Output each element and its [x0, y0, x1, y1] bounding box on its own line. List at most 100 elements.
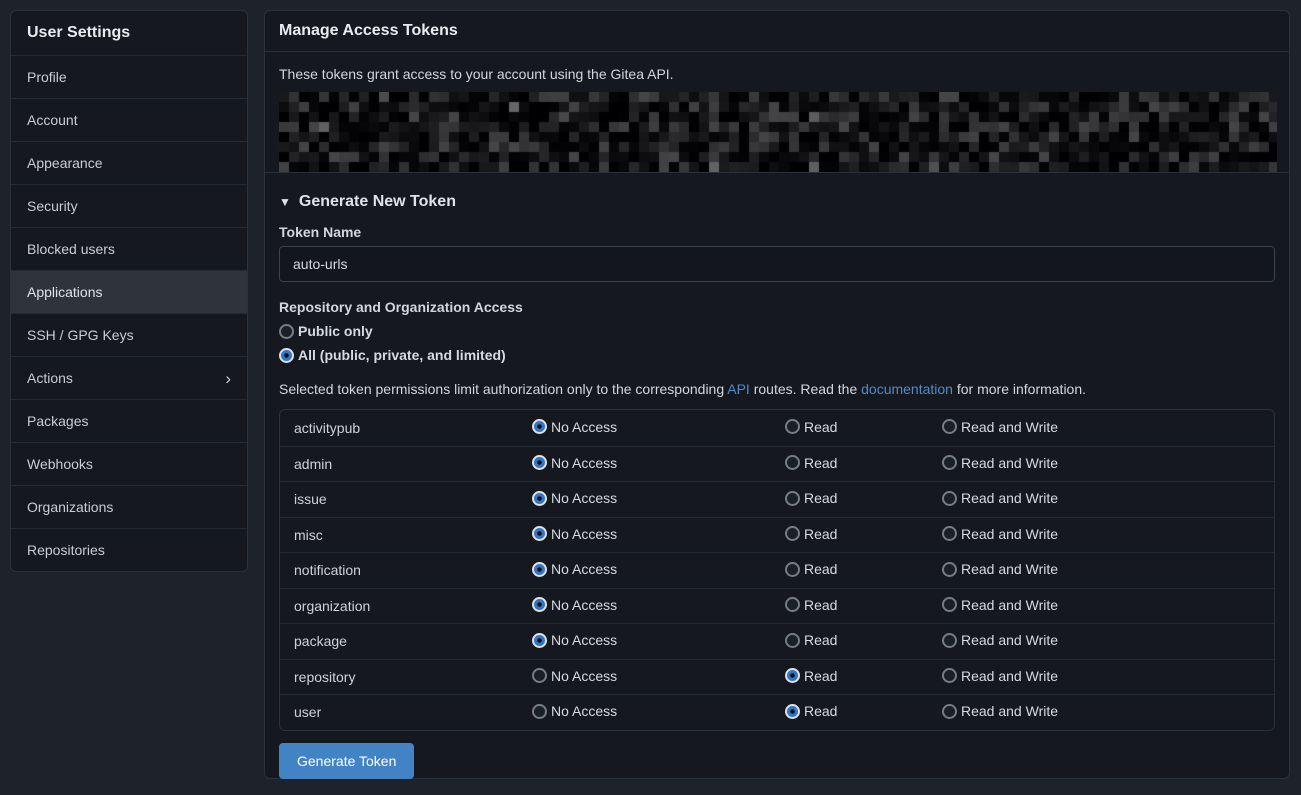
scope-option-cell: Read and Write — [942, 703, 1274, 722]
scope-option-cell: Read — [785, 632, 942, 651]
sidebar-item-ssh-gpg-keys[interactable]: SSH / GPG Keys — [11, 313, 247, 356]
scope-radio-label: No Access — [551, 561, 617, 577]
scope-option-cell: Read — [785, 526, 942, 545]
scope-radio-activitypub-read[interactable]: Read — [785, 419, 837, 435]
access-option-label: All (public, private, and limited) — [298, 347, 506, 363]
documentation-link[interactable]: documentation — [861, 381, 953, 397]
permissions-note-text: routes. Read the — [750, 381, 861, 397]
generate-new-token-toggle[interactable]: ▼ Generate New Token — [279, 193, 1275, 211]
scope-radio-issue-no-access[interactable]: No Access — [532, 490, 617, 506]
scope-radio-notification-no-access[interactable]: No Access — [532, 561, 617, 577]
sidebar-item-blocked-users[interactable]: Blocked users — [11, 227, 247, 270]
scope-option-cell: Read and Write — [942, 490, 1274, 509]
access-option-all[interactable]: All (public, private, and limited) — [279, 347, 506, 363]
radio-icon — [532, 633, 547, 648]
scope-name: repository — [280, 669, 532, 685]
scope-row-package: package No Access Read Read and Write — [280, 623, 1274, 659]
scope-radio-organization-read-and-write[interactable]: Read and Write — [942, 597, 1058, 613]
scope-option-cell: No Access — [532, 561, 785, 580]
api-link[interactable]: API — [727, 381, 750, 397]
scope-radio-label: Read — [804, 490, 837, 506]
scope-radio-label: Read — [804, 526, 837, 542]
scope-radio-admin-read[interactable]: Read — [785, 455, 837, 471]
scope-radio-issue-read[interactable]: Read — [785, 490, 837, 506]
redacted-token-area — [279, 92, 1277, 172]
scope-option-cell: Read — [785, 490, 942, 509]
radio-icon — [942, 562, 957, 577]
sidebar-item-applications[interactable]: Applications — [11, 270, 247, 313]
scope-radio-activitypub-read-and-write[interactable]: Read and Write — [942, 419, 1058, 435]
sidebar-item-label: Security — [27, 198, 78, 214]
scope-radio-label: Read — [804, 419, 837, 435]
scope-name: admin — [280, 456, 532, 472]
sidebar-item-repositories[interactable]: Repositories — [11, 528, 247, 571]
access-option-public-only[interactable]: Public only — [279, 323, 373, 339]
access-option-row: Public only — [279, 323, 1275, 339]
sidebar-item-webhooks[interactable]: Webhooks — [11, 442, 247, 485]
sidebar-item-security[interactable]: Security — [11, 184, 247, 227]
scope-radio-repository-read[interactable]: Read — [785, 668, 837, 684]
scope-radio-label: Read and Write — [961, 490, 1058, 506]
scope-name: notification — [280, 562, 532, 578]
scope-radio-user-read-and-write[interactable]: Read and Write — [942, 703, 1058, 719]
scope-radio-label: Read and Write — [961, 526, 1058, 542]
scope-option-cell: No Access — [532, 668, 785, 687]
radio-icon — [785, 419, 800, 434]
scope-option-cell: Read and Write — [942, 597, 1274, 616]
sidebar-item-packages[interactable]: Packages — [11, 399, 247, 442]
radio-icon — [785, 526, 800, 541]
scope-option-cell: Read and Write — [942, 668, 1274, 687]
scope-radio-label: No Access — [551, 526, 617, 542]
scope-radio-admin-no-access[interactable]: No Access — [532, 455, 617, 471]
scope-radio-misc-no-access[interactable]: No Access — [532, 526, 617, 542]
scope-radio-notification-read[interactable]: Read — [785, 561, 837, 577]
chevron-right-icon: › — [225, 370, 231, 387]
scope-radio-misc-read-and-write[interactable]: Read and Write — [942, 526, 1058, 542]
token-list-section: These tokens grant access to your accoun… — [265, 52, 1289, 173]
token-name-input[interactable] — [279, 246, 1275, 282]
scope-radio-user-no-access[interactable]: No Access — [532, 703, 617, 719]
scope-radio-label: Read — [804, 597, 837, 613]
scope-radio-admin-read-and-write[interactable]: Read and Write — [942, 455, 1058, 471]
sidebar-item-appearance[interactable]: Appearance — [11, 141, 247, 184]
scope-row-organization: organization No Access Read Read and Wri… — [280, 588, 1274, 624]
scope-radio-label: Read — [804, 632, 837, 648]
generate-token-button[interactable]: Generate Token — [279, 743, 414, 779]
scope-radio-label: Read and Write — [961, 455, 1058, 471]
scope-radio-issue-read-and-write[interactable]: Read and Write — [942, 490, 1058, 506]
scope-radio-user-read[interactable]: Read — [785, 703, 837, 719]
tokens-description: These tokens grant access to your accoun… — [279, 64, 1275, 84]
radio-icon — [942, 633, 957, 648]
scope-radio-label: Read and Write — [961, 597, 1058, 613]
scope-option-cell: Read — [785, 419, 942, 438]
sidebar-item-label: Account — [27, 112, 78, 128]
radio-icon — [532, 597, 547, 612]
scope-radio-package-read[interactable]: Read — [785, 632, 837, 648]
scope-option-cell: Read — [785, 703, 942, 722]
scope-radio-repository-read-and-write[interactable]: Read and Write — [942, 668, 1058, 684]
radio-icon — [279, 348, 294, 363]
scope-radio-label: Read — [804, 455, 837, 471]
scope-radio-label: Read and Write — [961, 632, 1058, 648]
scope-radio-organization-read[interactable]: Read — [785, 597, 837, 613]
scope-radio-activitypub-no-access[interactable]: No Access — [532, 419, 617, 435]
sidebar-item-list: Profile Account Appearance Security Bloc… — [11, 55, 247, 571]
sidebar-item-label: Profile — [27, 69, 67, 85]
scope-radio-misc-read[interactable]: Read — [785, 526, 837, 542]
radio-icon — [942, 455, 957, 470]
scope-radio-organization-no-access[interactable]: No Access — [532, 597, 617, 613]
radio-icon — [785, 597, 800, 612]
sidebar-item-actions[interactable]: Actions › — [11, 356, 247, 399]
scope-radio-notification-read-and-write[interactable]: Read and Write — [942, 561, 1058, 577]
scope-radio-package-no-access[interactable]: No Access — [532, 632, 617, 648]
sidebar-item-label: Organizations — [27, 499, 113, 515]
permissions-note-text: Selected token permissions limit authori… — [279, 381, 727, 397]
scope-radio-repository-no-access[interactable]: No Access — [532, 668, 617, 684]
sidebar-item-account[interactable]: Account — [11, 98, 247, 141]
scope-name: misc — [280, 527, 532, 543]
scope-radio-package-read-and-write[interactable]: Read and Write — [942, 632, 1058, 648]
sidebar-item-profile[interactable]: Profile — [11, 55, 247, 98]
radio-icon — [532, 526, 547, 541]
sidebar-item-organizations[interactable]: Organizations — [11, 485, 247, 528]
scope-row-notification: notification No Access Read Read and Wri… — [280, 552, 1274, 588]
